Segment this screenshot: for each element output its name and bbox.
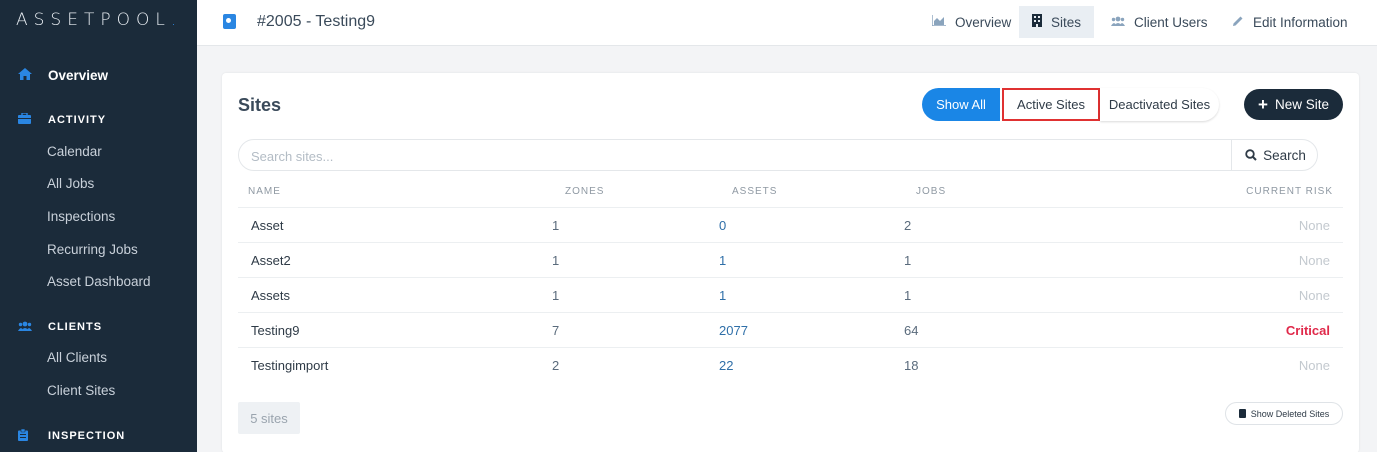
cell-risk: None <box>1298 253 1330 268</box>
new-site-label: New Site <box>1274 97 1329 112</box>
filter-show-all-button[interactable]: Show All <box>922 88 1000 121</box>
cell-name[interactable]: Assets <box>251 288 290 303</box>
home-icon <box>18 67 34 83</box>
cell-jobs: 64 <box>904 323 919 338</box>
filter-active-sites-button[interactable]: Active Sites <box>1002 88 1100 121</box>
cell-jobs: 18 <box>904 358 919 373</box>
sidebar-item-recurring-jobs[interactable]: Recurring Jobs <box>47 242 138 257</box>
column-header-assets[interactable]: ASSETS <box>732 186 777 197</box>
tab-overview[interactable]: Overview <box>919 6 1024 38</box>
cell-assets[interactable]: 1 <box>719 253 726 268</box>
pencil-icon <box>1232 15 1244 30</box>
clipboard-icon <box>18 428 34 444</box>
cell-name[interactable]: Testing9 <box>251 323 299 338</box>
cell-assets[interactable]: 2077 <box>719 323 748 338</box>
cell-name[interactable]: Asset <box>251 218 284 233</box>
table-row[interactable]: Asset 1 0 2 None <box>238 207 1343 242</box>
cell-name[interactable]: Testingimport <box>251 358 328 373</box>
search-icon <box>1245 149 1257 161</box>
sidebar-item-label: Overview <box>48 67 109 83</box>
cell-zones: 1 <box>552 288 560 303</box>
users-icon <box>1111 15 1125 29</box>
table-row[interactable]: Testing9 7 2077 64 Critical <box>238 312 1343 347</box>
sidebar-item-all-clients[interactable]: All Clients <box>47 350 107 365</box>
cell-name[interactable]: Asset2 <box>251 253 291 268</box>
table-row[interactable]: Testingimport 2 22 18 None <box>238 347 1343 382</box>
sidebar-item-calendar[interactable]: Calendar <box>47 144 102 159</box>
page-title: #2005 - Testing9 <box>257 13 376 30</box>
sidebar-section-inspection: INSPECTION <box>0 425 197 447</box>
sidebar-section-clients: CLIENTS <box>0 316 197 338</box>
contact-card-icon <box>223 14 236 29</box>
column-header-name[interactable]: NAME <box>248 186 281 197</box>
column-header-zones[interactable]: ZONES <box>565 186 604 197</box>
cell-risk: Critical <box>1285 323 1330 338</box>
card-title: Sites <box>238 95 282 115</box>
sidebar-section-label: CLIENTS <box>48 321 103 333</box>
search-input[interactable] <box>251 146 1211 166</box>
search-bar: Search <box>238 139 1318 171</box>
column-header-jobs[interactable]: JOBS <box>916 186 946 197</box>
top-bar: #2005 - Testing9 Overview Sites Client U… <box>197 0 1377 46</box>
sidebar-section-activity: ACTIVITY <box>0 109 197 131</box>
cell-risk: None <box>1298 218 1330 233</box>
logo[interactable]: ASSETPOOL. <box>16 10 182 30</box>
cell-zones: 2 <box>552 358 560 373</box>
cell-jobs: 2 <box>904 218 912 233</box>
logo-text: ASSETPOOL <box>16 10 171 30</box>
tab-label: Sites <box>1051 14 1082 30</box>
sites-card: Sites Show All Active Sites Deactivated … <box>222 73 1359 452</box>
search-button-label: Search <box>1263 147 1306 163</box>
show-deleted-label: Show Deleted Sites <box>1250 408 1330 419</box>
briefcase-icon <box>18 112 34 127</box>
tab-label: Client Users <box>1134 14 1208 30</box>
tab-label: Overview <box>955 14 1012 30</box>
sidebar-item-client-sites[interactable]: Client Sites <box>47 383 115 398</box>
cell-assets[interactable]: 1 <box>719 288 726 303</box>
table-row[interactable]: Asset2 1 1 1 None <box>238 242 1343 277</box>
column-header-current-risk[interactable]: CURRENT RISK <box>1246 186 1333 197</box>
table-row[interactable]: Assets 1 1 1 None <box>238 277 1343 312</box>
plus-icon: + <box>1258 94 1268 114</box>
sidebar-item-all-jobs[interactable]: All Jobs <box>47 176 94 191</box>
new-site-button[interactable]: + New Site <box>1244 89 1343 120</box>
cell-jobs: 1 <box>904 288 912 303</box>
users-icon <box>18 320 34 334</box>
cell-zones: 7 <box>552 323 560 338</box>
tab-client-users[interactable]: Client Users <box>1098 6 1221 38</box>
sidebar-section-label: ACTIVITY <box>48 114 107 126</box>
area-chart-icon <box>931 15 946 29</box>
cell-risk: None <box>1298 358 1330 373</box>
show-deleted-sites-button[interactable]: Show Deleted Sites <box>1225 402 1343 425</box>
building-icon <box>1032 14 1042 30</box>
sidebar-item-overview[interactable]: Overview <box>0 58 197 92</box>
sidebar-section-label: INSPECTION <box>48 430 126 442</box>
site-count-badge: 5 sites <box>238 402 300 434</box>
logo-dot: . <box>170 10 183 30</box>
cell-zones: 1 <box>552 253 560 268</box>
filter-deactivated-sites-button[interactable]: Deactivated Sites <box>1100 88 1219 121</box>
cell-zones: 1 <box>552 218 560 233</box>
search-button[interactable]: Search <box>1231 140 1319 170</box>
tab-label: Edit Information <box>1253 14 1348 30</box>
cell-assets[interactable]: 22 <box>719 358 733 373</box>
trash-icon <box>1238 409 1246 418</box>
sidebar-item-asset-dashboard[interactable]: Asset Dashboard <box>47 274 151 289</box>
sidebar: ASSETPOOL. Overview ACTIVITY Calendar Al… <box>0 0 197 452</box>
cell-risk: None <box>1298 288 1330 303</box>
tab-edit-information[interactable]: Edit Information <box>1219 6 1361 38</box>
cell-jobs: 1 <box>904 253 912 268</box>
cell-assets[interactable]: 0 <box>719 218 726 233</box>
sidebar-item-inspections[interactable]: Inspections <box>47 209 115 224</box>
tab-sites[interactable]: Sites <box>1019 6 1095 38</box>
